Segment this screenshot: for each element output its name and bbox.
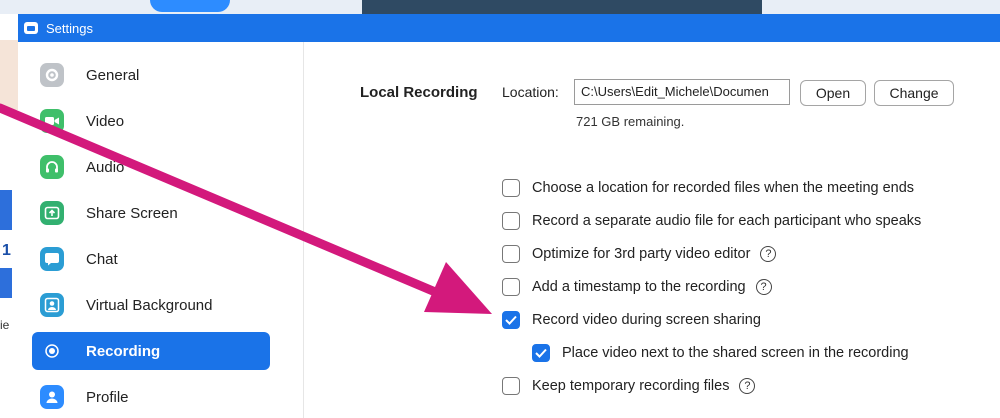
profile-icon: [40, 385, 64, 409]
sidebar-item-label: General: [86, 66, 140, 84]
window-title: Settings: [46, 20, 93, 36]
checkbox[interactable]: [502, 245, 520, 263]
sidebar-item-profile[interactable]: Profile: [32, 378, 270, 416]
local-recording-heading: Local Recording: [360, 84, 478, 101]
option-label: Choose a location for recorded files whe…: [532, 180, 915, 196]
option-label: Optimize for 3rd party video editor: [532, 246, 751, 262]
option-label: Keep temporary recording files: [532, 378, 730, 394]
background-blue-button: [150, 0, 230, 12]
sidebar-item-label: Video: [86, 112, 125, 130]
location-path-field[interactable]: C:\Users\Edit_Michele\Documen: [574, 79, 790, 105]
help-icon[interactable]: ?: [760, 246, 777, 262]
sidebar-item-chat[interactable]: Chat: [32, 240, 270, 278]
share-screen-icon: [40, 201, 64, 225]
sidebar-item-label: Recording: [86, 342, 161, 360]
record-icon: [40, 339, 64, 363]
background-left-number: 1: [2, 242, 11, 259]
option-label: Place video next to the shared screen in…: [562, 345, 909, 361]
chat-bubble-icon: [40, 247, 64, 271]
background-left-text: ie: [0, 318, 10, 332]
sidebar-item-recording[interactable]: Recording: [32, 332, 270, 370]
option-label: Record a separate audio file for each pa…: [532, 213, 922, 229]
option-place-video-next[interactable]: Place video next to the shared screen in…: [532, 342, 909, 364]
option-keep-temp-files[interactable]: Keep temporary recording files ?: [502, 375, 756, 397]
checkbox-checked[interactable]: [502, 311, 520, 329]
option-choose-location[interactable]: Choose a location for recorded files whe…: [502, 177, 914, 199]
change-button[interactable]: Change: [874, 80, 954, 106]
checkbox[interactable]: [502, 278, 520, 296]
title-bar: Settings: [18, 14, 1000, 42]
person-icon: [40, 293, 64, 317]
open-button[interactable]: Open: [800, 80, 866, 106]
option-label: Record video during screen sharing: [532, 312, 761, 328]
gear-icon: [40, 63, 64, 87]
option-add-timestamp[interactable]: Add a timestamp to the recording ?: [502, 276, 772, 298]
background-left-blue: [0, 190, 12, 230]
sidebar-item-label: Virtual Background: [86, 296, 213, 314]
sidebar-item-label: Profile: [86, 388, 129, 406]
option-optimize-editor[interactable]: Optimize for 3rd party video editor ?: [502, 243, 777, 265]
checkbox-checked[interactable]: [532, 344, 550, 362]
checkbox[interactable]: [502, 377, 520, 395]
sidebar-item-label: Chat: [86, 250, 118, 268]
help-icon[interactable]: ?: [739, 378, 756, 394]
sidebar-item-virtual-background[interactable]: Virtual Background: [32, 286, 270, 324]
sidebar: General Video Audio Share Screen Chat Vi…: [18, 42, 286, 418]
option-label: Add a timestamp to the recording: [532, 279, 746, 295]
sidebar-item-audio[interactable]: Audio: [32, 148, 270, 186]
recording-settings-panel: Local Recording Location: C:\Users\Edit_…: [304, 42, 1000, 418]
help-icon[interactable]: ?: [755, 279, 772, 295]
background-left-blue-2: [0, 268, 12, 298]
background-video-tile: [362, 0, 762, 14]
settings-window: Settings General Video Audio Share Scree…: [18, 14, 1000, 418]
video-camera-icon: [40, 109, 64, 133]
checkbox[interactable]: [502, 212, 520, 230]
zoom-app-icon: [24, 22, 38, 34]
sidebar-item-label: Share Screen: [86, 204, 178, 222]
storage-remaining: 721 GB remaining.: [576, 114, 685, 129]
location-label: Location:: [502, 84, 559, 100]
sidebar-item-share-screen[interactable]: Share Screen: [32, 194, 270, 232]
checkbox[interactable]: [502, 179, 520, 197]
sidebar-item-general[interactable]: General: [32, 56, 270, 94]
sidebar-item-label: Audio: [86, 158, 125, 176]
headphones-icon: [40, 155, 64, 179]
option-record-video-sharing[interactable]: Record video during screen sharing: [502, 309, 761, 331]
sidebar-item-video[interactable]: Video: [32, 102, 270, 140]
background-left-accent: [0, 40, 18, 110]
option-separate-audio[interactable]: Record a separate audio file for each pa…: [502, 210, 921, 232]
